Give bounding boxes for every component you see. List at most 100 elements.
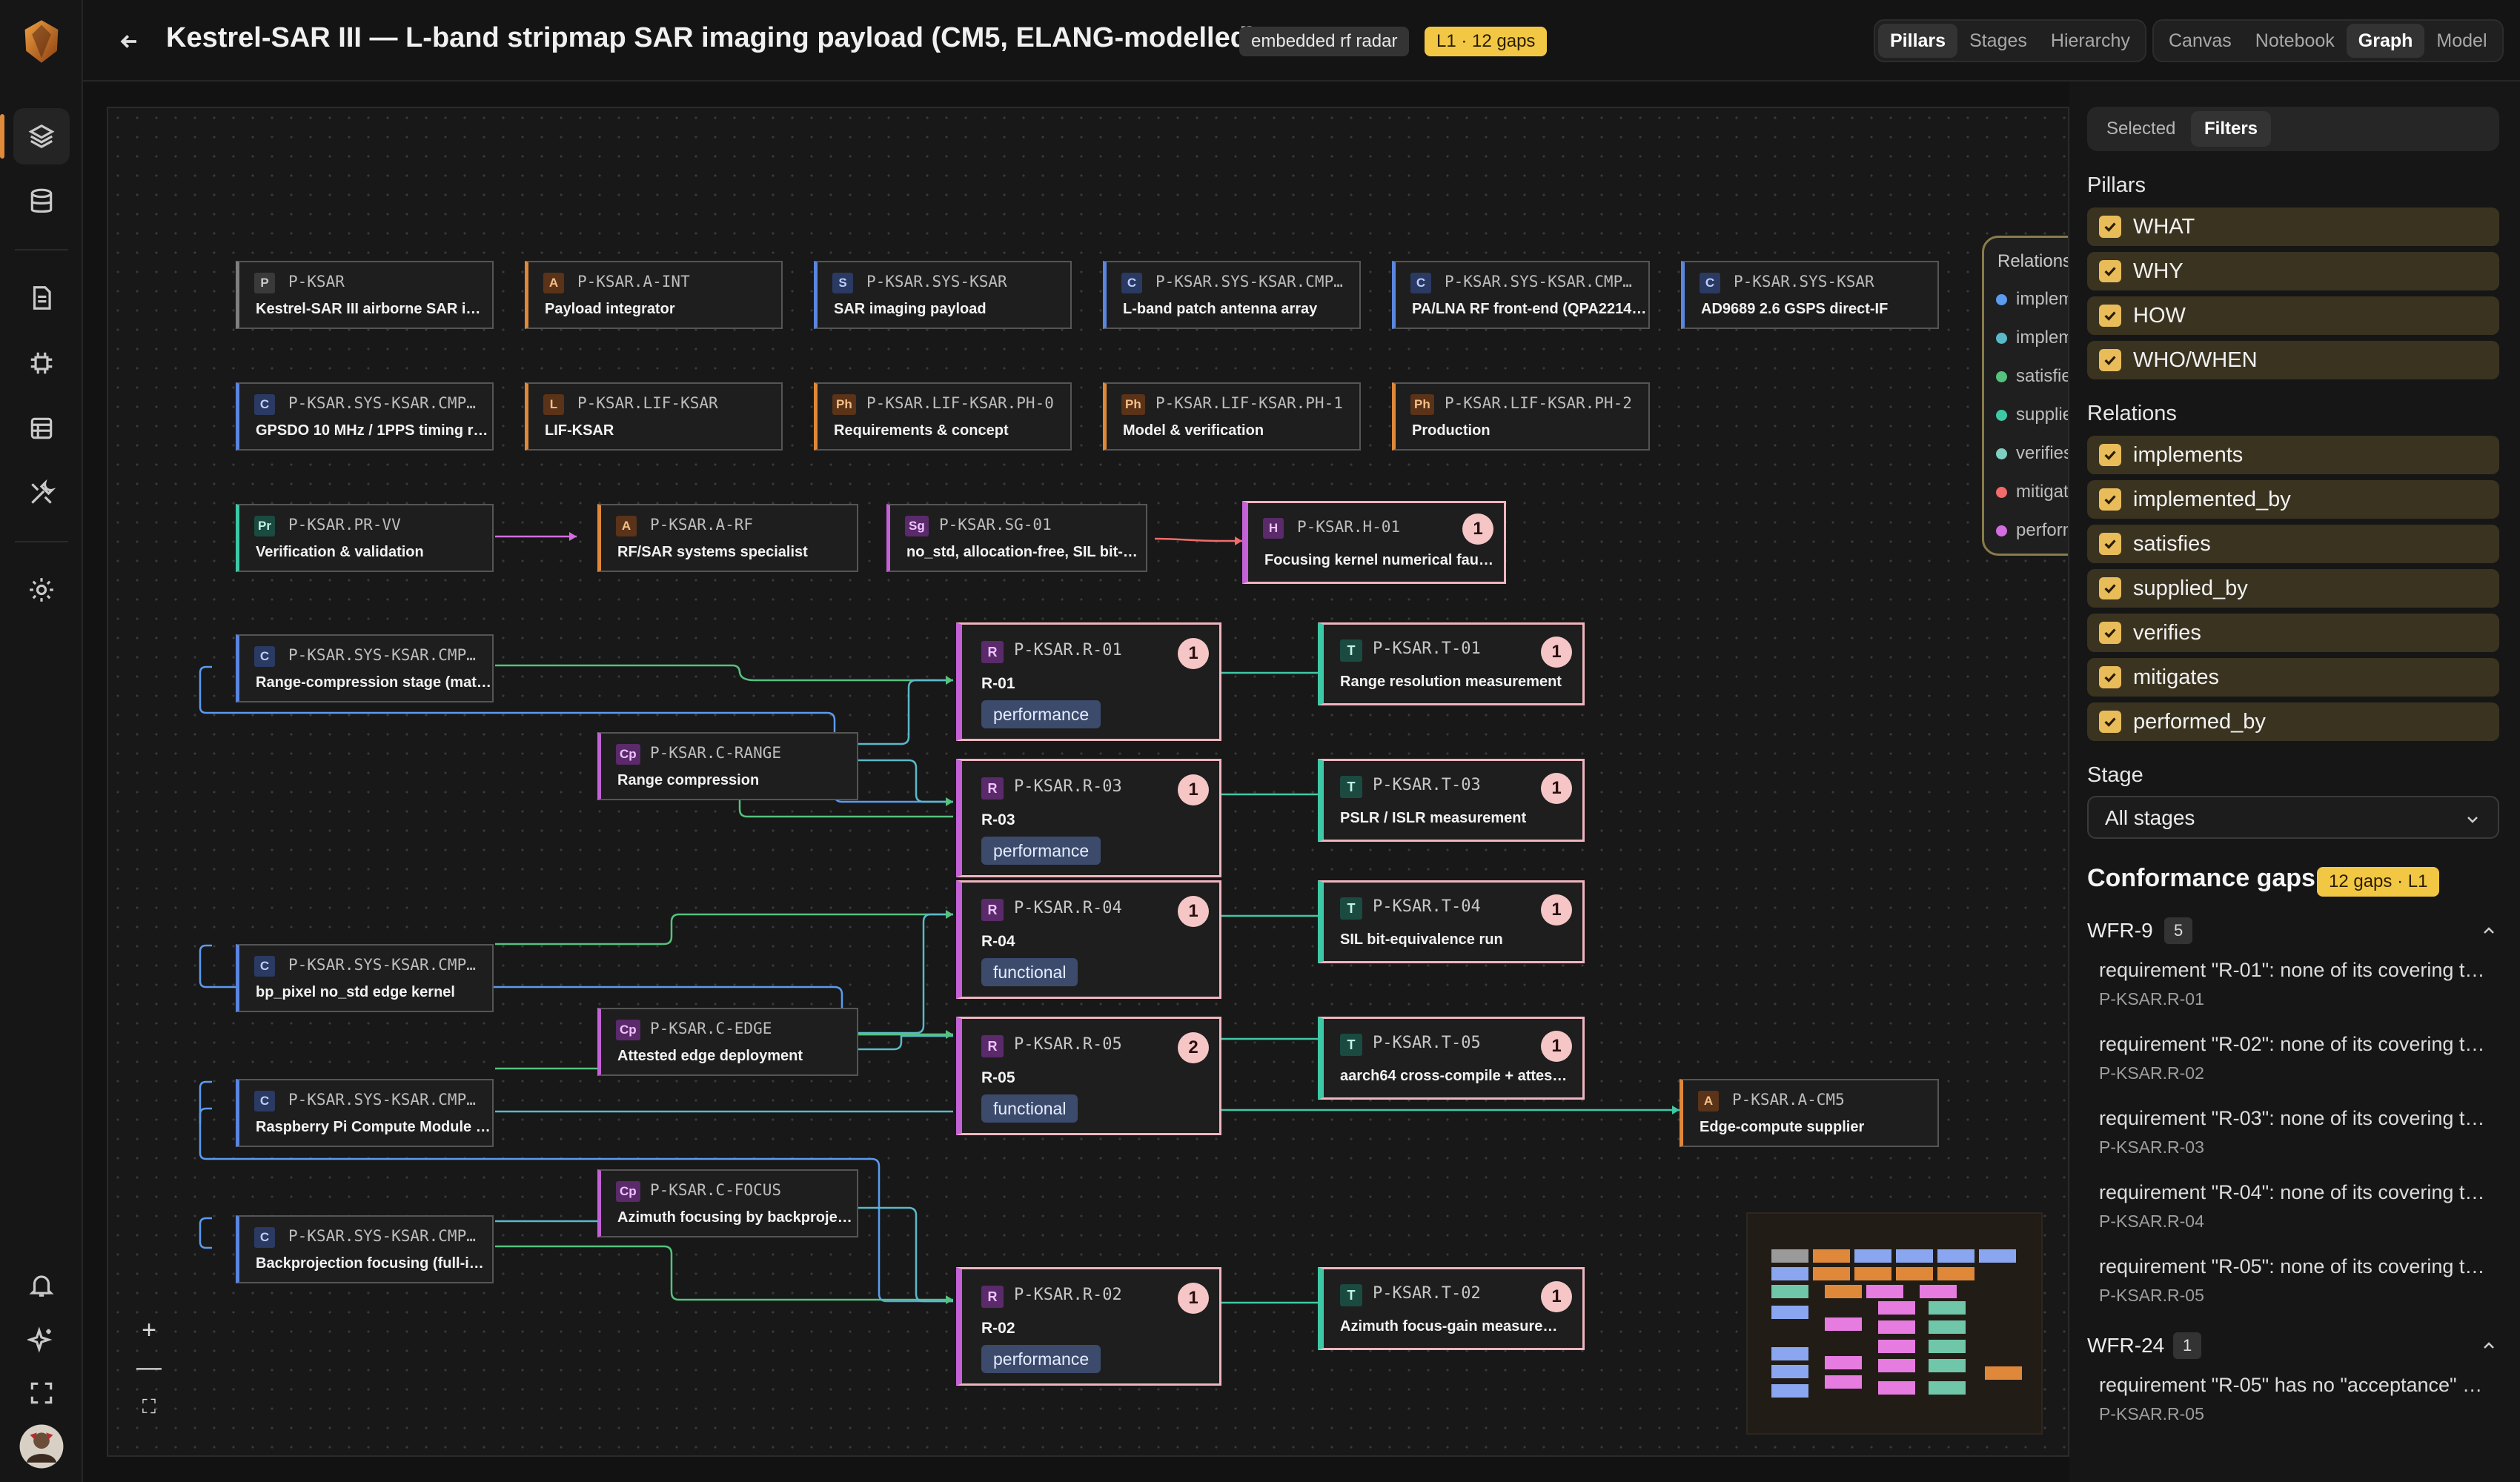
requirement-node[interactable]: R P-KSAR.R-05 R-05 functional 2 xyxy=(956,1017,1221,1135)
graph-node[interactable]: L P-KSAR.LIF-KSAR LIF-KSAR xyxy=(525,382,783,451)
graph-node[interactable]: Pr P-KSAR.PR-VV Verification & validatio… xyxy=(236,504,494,572)
gap-item[interactable]: requirement "R-03": none of its covering… xyxy=(2099,1107,2499,1157)
node-label: RF/SAR systems specialist xyxy=(617,544,808,560)
gear-icon[interactable] xyxy=(13,562,70,618)
chip-icon[interactable] xyxy=(13,335,70,391)
filter-relation-performed-by[interactable]: performed_by xyxy=(2087,702,2499,741)
back-arrow-icon[interactable] xyxy=(113,25,145,58)
graph-node[interactable]: Sg P-KSAR.SG-01 no_std, allocation-free,… xyxy=(886,504,1147,572)
gap-item[interactable]: requirement "R-01": none of its covering… xyxy=(2099,959,2499,1009)
filter-pillar-what[interactable]: WHAT xyxy=(2087,207,2499,246)
gap-group-count: 1 xyxy=(2173,1332,2202,1359)
gap-item[interactable]: requirement "R-05": none of its covering… xyxy=(2099,1255,2499,1306)
fullscreen-icon[interactable] xyxy=(13,1365,70,1421)
checkbox-checked-icon[interactable] xyxy=(2099,444,2121,466)
filter-relation-verifies[interactable]: verifies xyxy=(2087,614,2499,652)
gap-group-header[interactable]: WFR-9 5 xyxy=(2087,914,2499,947)
gap-item[interactable]: requirement "R-02": none of its covering… xyxy=(2099,1033,2499,1083)
tab-graph[interactable]: Graph xyxy=(2346,24,2425,58)
filter-relation-satisfies[interactable]: satisfies xyxy=(2087,525,2499,563)
tab-filters[interactable]: Filters xyxy=(2191,111,2272,147)
graph-node[interactable]: P P-KSAR Kestrel-SAR III airborne SAR im… xyxy=(236,261,494,329)
fit-view-button[interactable]: ⛶ xyxy=(130,1389,168,1426)
avatar[interactable] xyxy=(13,1418,70,1475)
list-icon[interactable] xyxy=(13,400,70,456)
tab-pillars[interactable]: Pillars xyxy=(1878,24,1958,58)
test-node[interactable]: T P-KSAR.T-03 PSLR / ISLR measurement 1 xyxy=(1318,759,1585,842)
sparkle-icon[interactable] xyxy=(13,1312,70,1368)
test-node[interactable]: T P-KSAR.T-02 Azimuth focus-gain measure… xyxy=(1318,1267,1585,1350)
graph-node[interactable]: C P-KSAR.SYS-KSAR.CMP… Backprojection fo… xyxy=(236,1215,494,1283)
hazard-node[interactable]: H P-KSAR.H-01 Focusing kernel numerical … xyxy=(1242,501,1506,584)
zoom-in-button[interactable]: + xyxy=(130,1312,168,1349)
checkbox-checked-icon[interactable] xyxy=(2099,666,2121,688)
graph-node[interactable]: Ph P-KSAR.LIF-KSAR.PH-1 Model & verifica… xyxy=(1103,382,1361,451)
test-node[interactable]: T P-KSAR.T-01 Range resolution measureme… xyxy=(1318,622,1585,705)
graph-node[interactable]: A P-KSAR.A-INT Payload integrator xyxy=(525,261,783,329)
chevron-up-icon[interactable] xyxy=(2480,1337,2498,1355)
filter-relation-implemented-by[interactable]: implemented_by xyxy=(2087,480,2499,519)
minimap[interactable] xyxy=(1746,1212,2043,1435)
requirement-node[interactable]: R P-KSAR.R-03 R-03 performance 1 xyxy=(956,759,1221,877)
requirement-node[interactable]: R P-KSAR.R-01 R-01 performance 1 xyxy=(956,622,1221,741)
tab-selected[interactable]: Selected xyxy=(2093,111,2189,147)
layers-icon[interactable] xyxy=(0,108,70,165)
filter-relation-supplied-by[interactable]: supplied_by xyxy=(2087,569,2499,608)
graph-node[interactable]: Ph P-KSAR.LIF-KSAR.PH-0 Requirements & c… xyxy=(814,382,1072,451)
gap-group-header[interactable]: WFR-24 1 xyxy=(2087,1329,2499,1362)
stage-select[interactable]: All stages xyxy=(2087,796,2499,839)
test-node[interactable]: T P-KSAR.T-04 SIL bit-equivalence run 1 xyxy=(1318,880,1585,963)
gap-count-badge: 1 xyxy=(1541,1031,1572,1062)
requirement-node[interactable]: R P-KSAR.R-04 R-04 functional 1 xyxy=(956,880,1221,999)
graph-node[interactable]: Cp P-KSAR.C-FOCUS Azimuth focusing by ba… xyxy=(597,1169,858,1237)
database-icon[interactable] xyxy=(13,173,70,230)
tab-hierarchy[interactable]: Hierarchy xyxy=(2039,24,2142,58)
checkbox-checked-icon[interactable] xyxy=(2099,216,2121,238)
graph-node[interactable]: C P-KSAR.SYS-KSAR AD9689 2.6 GSPS direct… xyxy=(1681,261,1939,329)
bell-icon[interactable] xyxy=(13,1257,70,1313)
document-icon[interactable] xyxy=(13,270,70,326)
graph-canvas[interactable]: P P-KSAR Kestrel-SAR III airborne SAR im… xyxy=(107,107,2069,1457)
tab-notebook[interactable]: Notebook xyxy=(2244,24,2347,58)
checkbox-checked-icon[interactable] xyxy=(2099,349,2121,371)
arrowhead xyxy=(569,532,577,541)
graph-node[interactable]: C P-KSAR.SYS-KSAR.CMP… Range-compression… xyxy=(236,634,494,702)
gaps-badge[interactable]: L1 · 12 gaps xyxy=(1425,27,1548,56)
requirement-node[interactable]: R P-KSAR.R-02 R-02 performance 1 xyxy=(956,1267,1221,1386)
checkbox-checked-icon[interactable] xyxy=(2099,711,2121,733)
graph-node[interactable]: C P-KSAR.SYS-KSAR.CMP… bp_pixel no_std e… xyxy=(236,944,494,1012)
checkbox-checked-icon[interactable] xyxy=(2099,488,2121,511)
filter-pillar-how[interactable]: HOW xyxy=(2087,296,2499,335)
checkbox-checked-icon[interactable] xyxy=(2099,577,2121,599)
tab-model[interactable]: Model xyxy=(2424,24,2499,58)
checkbox-checked-icon[interactable] xyxy=(2099,260,2121,282)
filter-relation-implements[interactable]: implements xyxy=(2087,436,2499,474)
test-node[interactable]: T P-KSAR.T-05 aarch64 cross-compile + at… xyxy=(1318,1017,1585,1100)
graph-node[interactable]: Cp P-KSAR.C-RANGE Range compression xyxy=(597,732,858,800)
graph-node[interactable]: C P-KSAR.SYS-KSAR.CMP… Raspberry Pi Comp… xyxy=(236,1079,494,1147)
graph-node[interactable]: S P-KSAR.SYS-KSAR SAR imaging payload xyxy=(814,261,1072,329)
tools-icon[interactable] xyxy=(13,465,70,522)
node-type-tag: R xyxy=(981,899,1004,921)
filter-relation-mitigates[interactable]: mitigates xyxy=(2087,658,2499,697)
graph-node[interactable]: Ph P-KSAR.LIF-KSAR.PH-2 Production xyxy=(1392,382,1650,451)
graph-node[interactable]: A P-KSAR.A-CM5 Edge-compute supplier xyxy=(1680,1079,1939,1147)
checkbox-checked-icon[interactable] xyxy=(2099,305,2121,327)
graph-node[interactable]: C P-KSAR.SYS-KSAR.CMP… PA/LNA RF front-e… xyxy=(1392,261,1650,329)
tab-stages[interactable]: Stages xyxy=(1957,24,2039,58)
chevron-up-icon[interactable] xyxy=(2480,922,2498,940)
filter-pillar-who-when[interactable]: WHO/WHEN xyxy=(2087,341,2499,379)
graph-node[interactable]: C P-KSAR.SYS-KSAR.CMP… L-band patch ante… xyxy=(1103,261,1361,329)
app-logo[interactable] xyxy=(13,13,70,70)
graph-node[interactable]: A P-KSAR.A-RF RF/SAR systems specialist xyxy=(597,504,858,572)
gap-item[interactable]: requirement "R-05" has no "acceptance" …… xyxy=(2099,1374,2499,1424)
gap-item[interactable]: requirement "R-04": none of its covering… xyxy=(2099,1181,2499,1232)
graph-node[interactable]: Cp P-KSAR.C-EDGE Attested edge deploymen… xyxy=(597,1008,858,1076)
filter-pillar-why[interactable]: WHY xyxy=(2087,252,2499,290)
zoom-out-button[interactable]: — xyxy=(130,1349,168,1386)
checkbox-checked-icon[interactable] xyxy=(2099,622,2121,644)
checkbox-checked-icon[interactable] xyxy=(2099,533,2121,555)
graph-node[interactable]: C P-KSAR.SYS-KSAR.CMP… GPSDO 10 MHz / 1P… xyxy=(236,382,494,451)
tab-canvas[interactable]: Canvas xyxy=(2157,24,2244,58)
node-id: P-KSAR.T-05 xyxy=(1373,1034,1481,1052)
